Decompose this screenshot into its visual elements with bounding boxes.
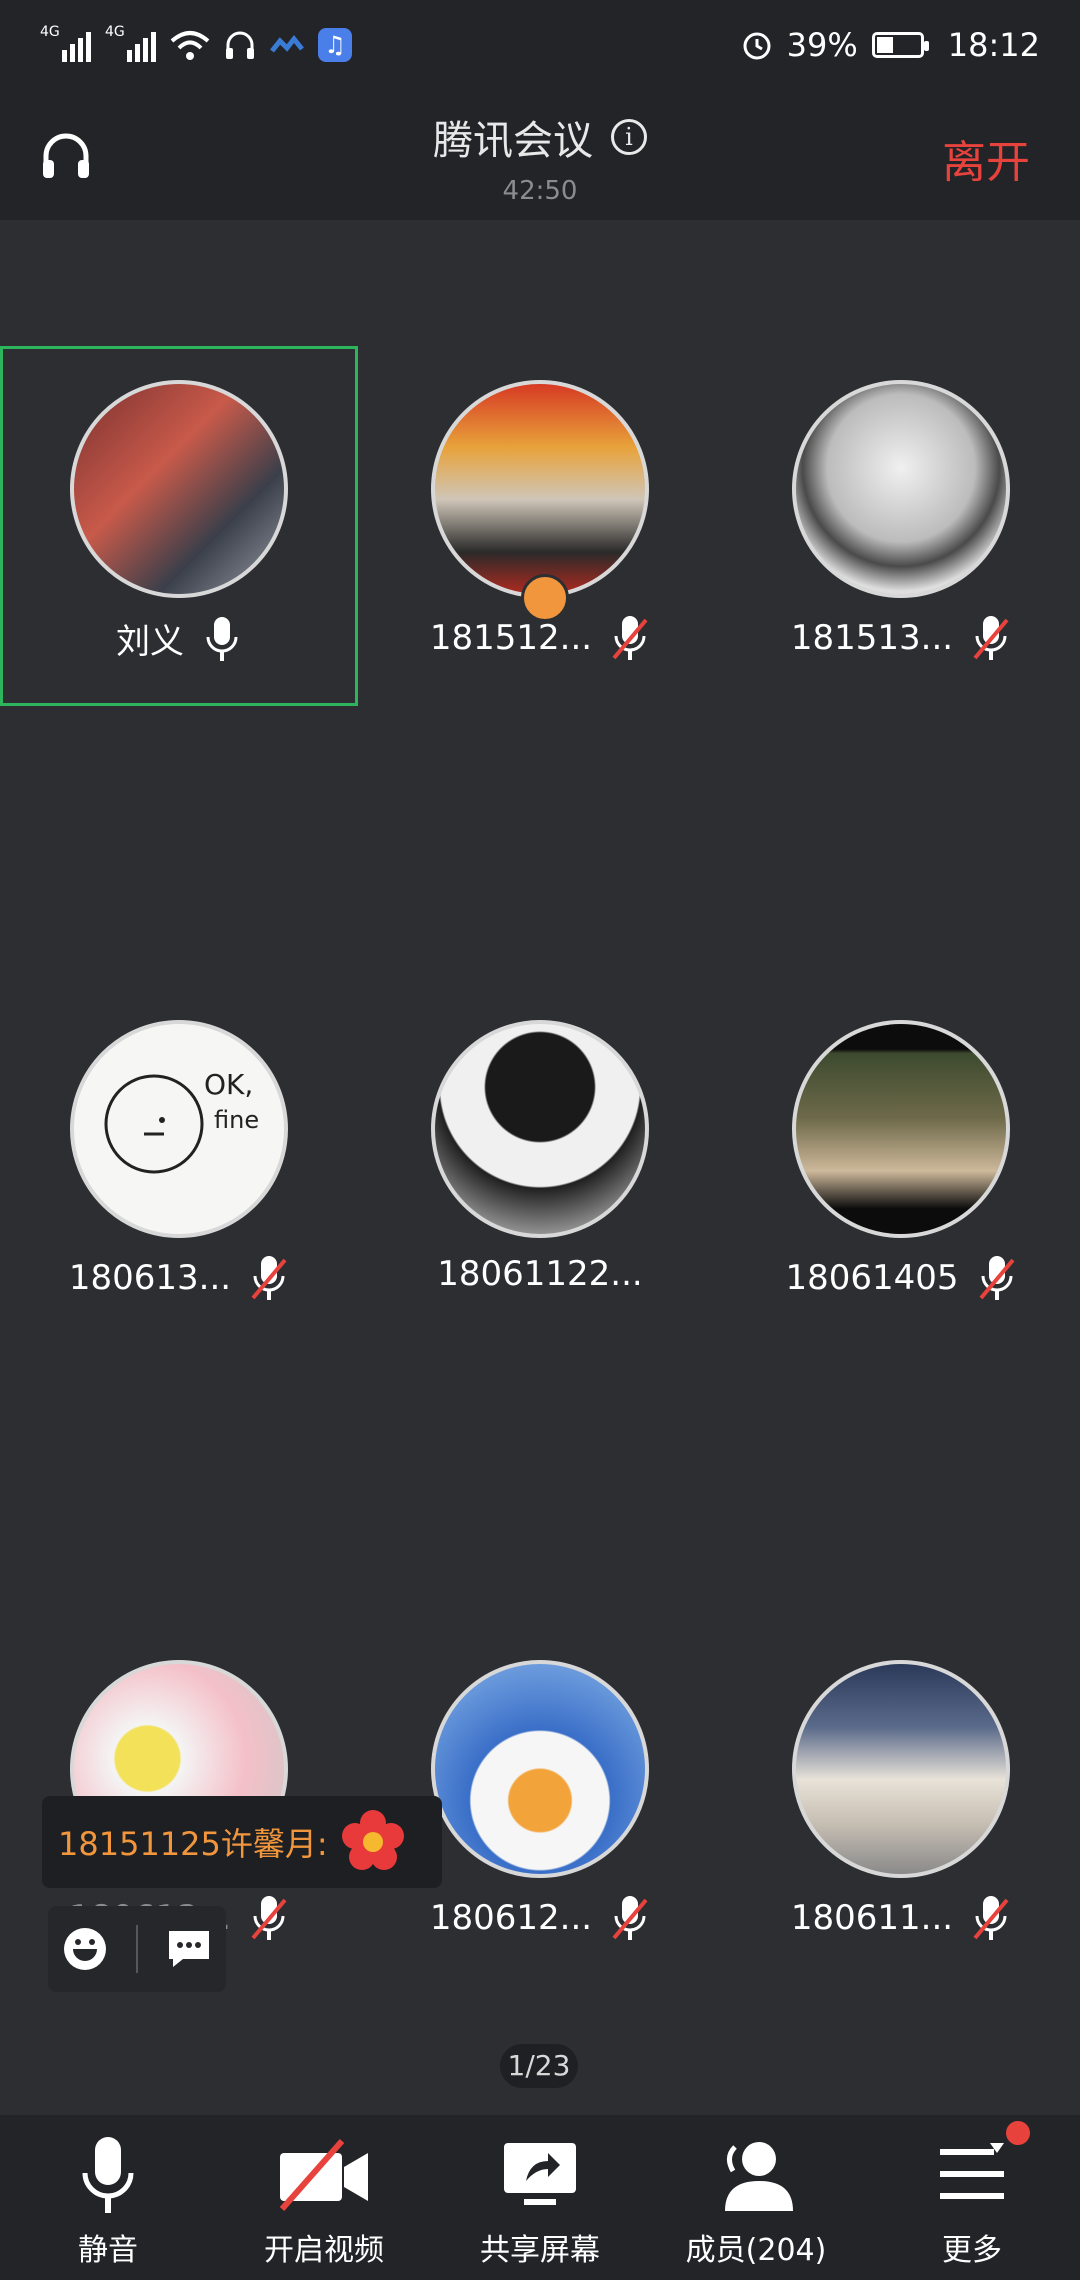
participant-tile[interactable]: OK, fine 180613... <box>0 986 358 1346</box>
avatar <box>431 380 649 598</box>
status-bar: 4G 4G ♫ 39% 18:12 <box>0 0 1080 90</box>
members-icon <box>725 2142 793 2211</box>
mute-label: 静音 <box>78 2233 138 2268</box>
bottom-toolbar: 静音 开启视频 共享屏幕 成员(204) 更多 <box>0 2115 1080 2280</box>
app-notification-icon <box>270 34 304 53</box>
members-label: 成员(204) <box>685 2233 827 2268</box>
mic-muted-icon <box>612 616 648 660</box>
mic-muted-icon <box>251 1256 287 1300</box>
meeting-header: 腾讯会议 i 42:50 离开 <box>0 90 1080 220</box>
chat-toolbar <box>48 1906 226 1992</box>
participant-tile[interactable]: 18061122... <box>361 986 719 1346</box>
notification-badge <box>1006 2121 1030 2145</box>
wifi-icon <box>170 31 210 60</box>
leave-button[interactable]: 离开 <box>942 126 1030 190</box>
avatar <box>792 380 1010 598</box>
participant-tile[interactable]: 18061405 <box>722 986 1080 1346</box>
start-video-label: 开启视频 <box>264 2233 384 2268</box>
participant-tile[interactable]: 181512... <box>361 346 719 706</box>
chat-popup[interactable]: 18151125许馨月: <box>42 1796 442 1888</box>
network-type-1: 4G <box>40 24 60 40</box>
battery-icon <box>871 32 929 58</box>
participant-tile[interactable]: 刘义 <box>0 346 358 706</box>
chat-message-sender: 18151125许馨月: <box>58 1825 328 1863</box>
menu-icon <box>940 2143 1004 2199</box>
participant-name: 18061122... <box>437 1254 643 1294</box>
headphone-status-icon <box>226 31 254 59</box>
network-type-2: 4G <box>105 24 125 40</box>
avatar <box>792 1660 1010 1878</box>
svg-text:OK,: OK, <box>204 1068 253 1101</box>
music-app-icon: ♫ <box>318 28 352 62</box>
signal-icon: 4G <box>40 24 91 62</box>
more-label: 更多 <box>942 2233 1002 2268</box>
participant-name: 181512... <box>429 618 593 658</box>
avatar: OK, fine <box>70 1020 288 1238</box>
participant-name: 180613... <box>68 1258 232 1298</box>
participant-name: 18061405 <box>785 1258 959 1298</box>
participant-tile[interactable]: 180611... <box>722 1626 1080 1986</box>
alarm-icon <box>743 32 771 60</box>
share-screen-label: 共享屏幕 <box>480 2233 600 2268</box>
avatar <box>431 1660 649 1878</box>
info-icon[interactable]: i <box>611 119 647 155</box>
meeting-title-row[interactable]: 腾讯会议 i <box>433 108 647 166</box>
mic-on-icon <box>206 616 238 661</box>
participant-tile[interactable]: 181513... <box>722 346 1080 706</box>
clock: 18:12 <box>947 26 1040 64</box>
avatar <box>792 1020 1010 1238</box>
signal-icon-2: 4G <box>105 24 156 62</box>
meeting-timer: 42:50 <box>502 176 578 206</box>
page-indicator: 1/23 <box>500 2044 578 2088</box>
share-screen-button[interactable]: 共享屏幕 <box>432 2115 648 2280</box>
avatar <box>70 380 288 598</box>
doodle-face-icon: OK, fine <box>104 1068 259 1174</box>
mic-muted-icon <box>973 616 1009 660</box>
avatar <box>431 1020 649 1238</box>
more-button[interactable]: 更多 <box>864 2115 1080 2280</box>
mic-muted-icon <box>251 1896 287 1940</box>
video-off-icon <box>279 2139 368 2211</box>
emoji-icon[interactable] <box>61 1925 109 1973</box>
battery-percent: 39% <box>786 26 858 64</box>
start-video-button[interactable]: 开启视频 <box>216 2115 432 2280</box>
mic-muted-icon <box>973 1896 1009 1940</box>
mute-button[interactable]: 静音 <box>0 2115 216 2280</box>
participant-name: 181513... <box>790 618 954 658</box>
chat-icon[interactable] <box>165 1927 213 1971</box>
participant-name: 刘义 <box>116 622 184 662</box>
svg-text:fine: fine <box>214 1106 259 1134</box>
share-screen-icon <box>504 2143 576 2205</box>
meeting-title: 腾讯会议 <box>433 118 593 164</box>
mic-muted-icon <box>979 1256 1015 1300</box>
mic-muted-icon <box>612 1896 648 1940</box>
members-button[interactable]: 成员(204) <box>648 2115 864 2280</box>
participant-name: 180612... <box>429 1898 593 1938</box>
participant-name: 180611... <box>790 1898 954 1938</box>
flower-icon <box>341 1810 404 1870</box>
microphone-icon <box>82 2137 134 2213</box>
divider <box>135 1925 138 1973</box>
